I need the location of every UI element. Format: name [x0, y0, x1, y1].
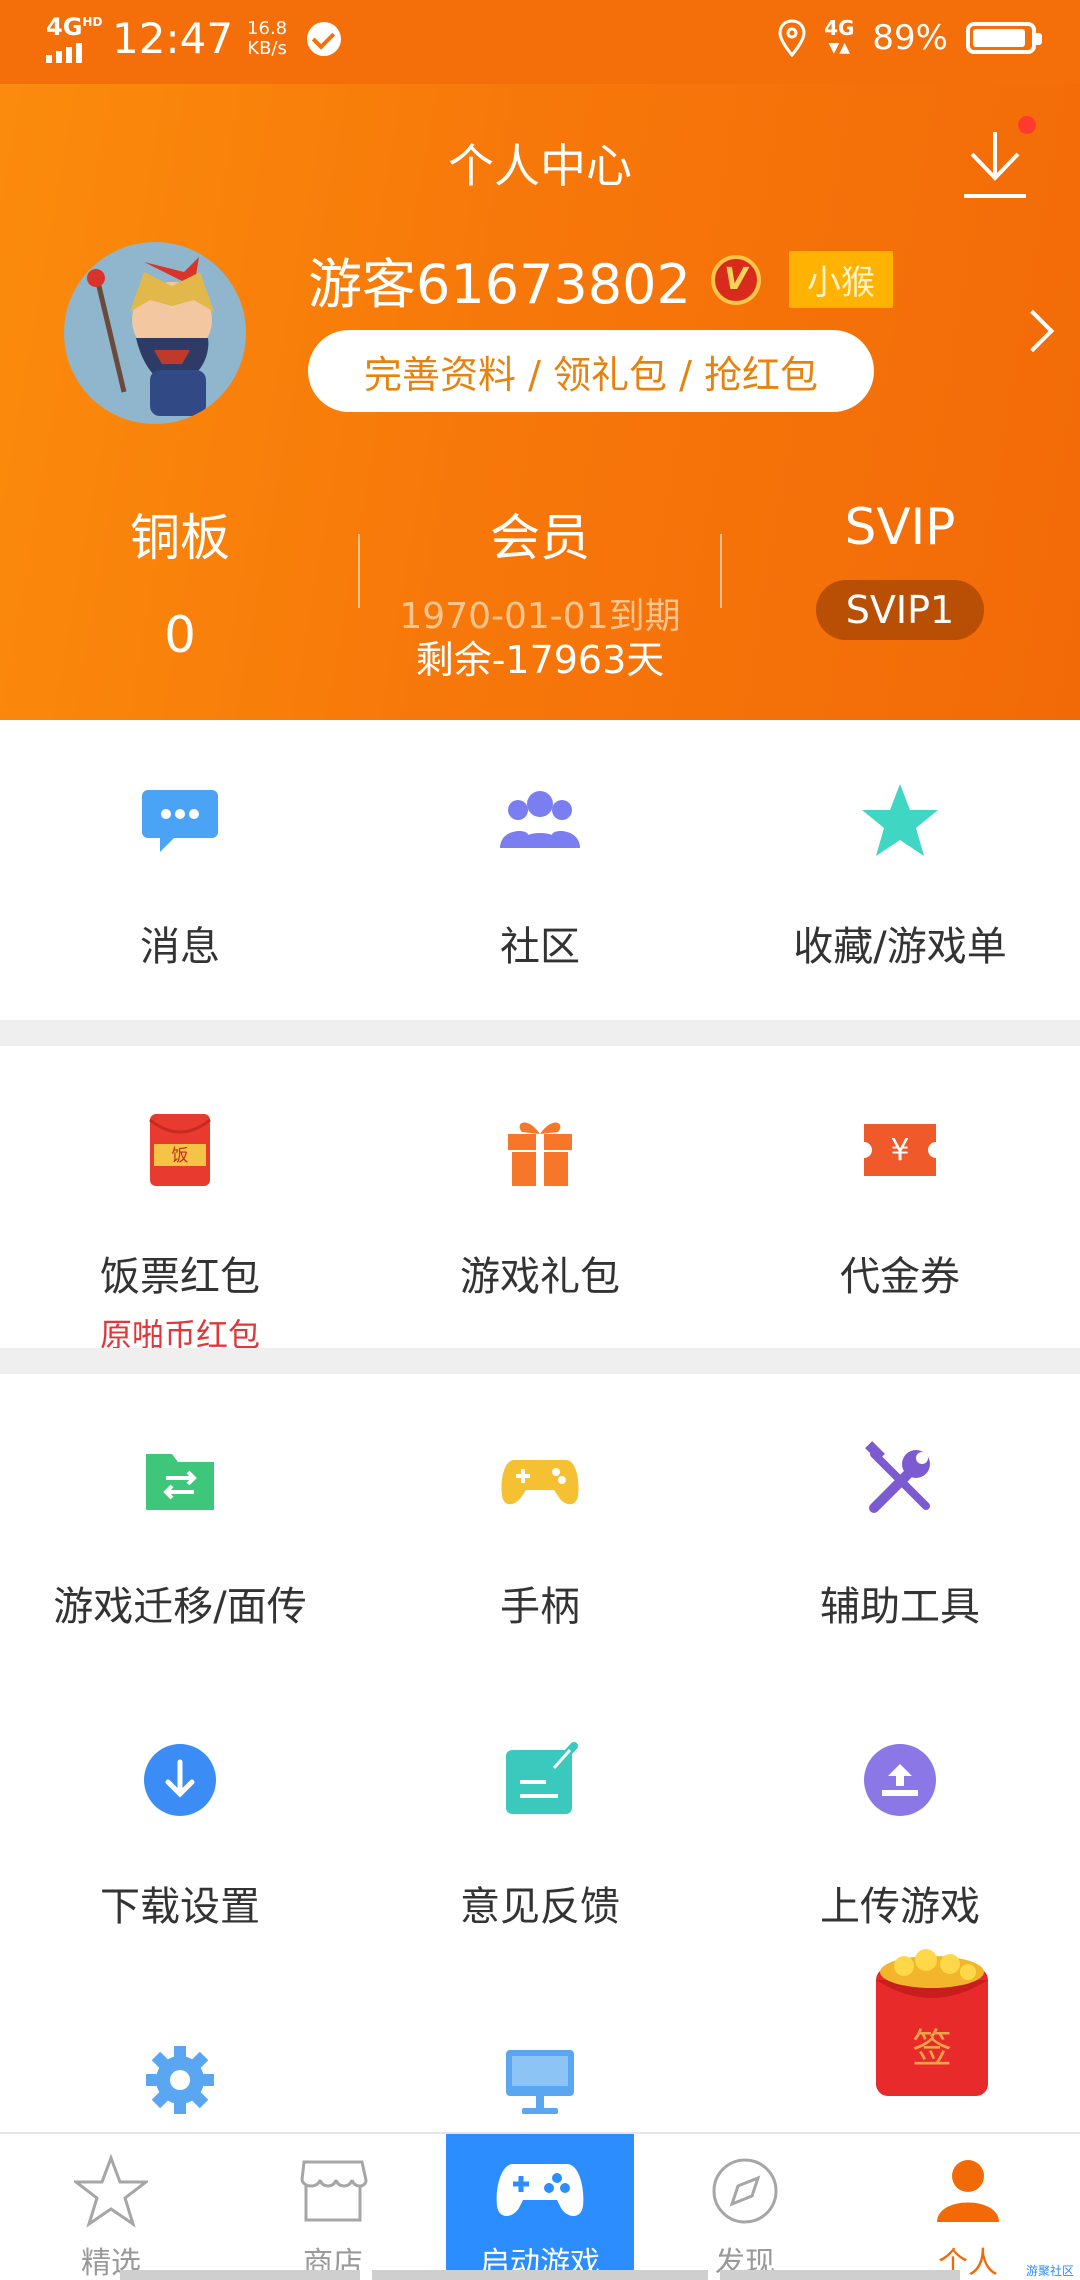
svg-text:签: 签: [912, 2026, 952, 2072]
nav-tab-discover[interactable]: 发现: [634, 2134, 856, 2280]
location-pin-icon: [778, 19, 806, 57]
svip-level-badge: SVIP1: [815, 580, 985, 640]
coins-label: 铜板: [130, 509, 230, 567]
grid-label: 上传游戏: [820, 1884, 980, 1930]
section-divider: [0, 1020, 1080, 1046]
check-circle-icon: [307, 21, 342, 56]
grid-item-messages[interactable]: 消息: [0, 780, 360, 972]
warrior-avatar-icon: [87, 257, 214, 416]
status-time: 12:47: [112, 14, 234, 63]
feedback-icon: [506, 1742, 578, 1814]
grid-label: 收藏/游戏单: [793, 924, 1007, 970]
nav-tab-featured[interactable]: 精选: [0, 2134, 222, 2280]
nav-tab-launch-game[interactable]: 启动游戏: [446, 2134, 634, 2280]
battery-icon: [966, 22, 1042, 54]
signal-4g-icon: 4G ▼▲: [824, 16, 855, 56]
chevron-right-icon[interactable]: [1011, 309, 1055, 353]
gift-icon: [508, 1122, 572, 1186]
community-icon: [500, 791, 580, 848]
bottom-navigation: 精选 商店 启动游戏 发现 个人: [0, 2132, 1080, 2280]
battery-percent: 89%: [872, 18, 948, 58]
grid-item-game-migration[interactable]: 游戏迁移/面传: [0, 1440, 360, 1632]
grid-item-coupon[interactable]: ¥ 代金券: [720, 1110, 1080, 1302]
svip-stat[interactable]: SVIP SVIP1: [720, 498, 1080, 640]
member-remaining: 剩余-17963天: [415, 638, 665, 682]
profile-header: 4GHD 12:47 16.8 KB/s 4G ▼▲ 89% 个人中心 游客61…: [0, 0, 1080, 720]
star-icon: [862, 784, 938, 856]
gesture-bar: [372, 2270, 708, 2280]
red-envelope-icon: 饭: [149, 1114, 211, 1186]
member-stat[interactable]: 会员 1970-01-01到期 剩余-17963天: [360, 498, 720, 682]
network-indicator: 4GHD: [46, 15, 102, 63]
page-title: 个人中心: [448, 139, 632, 193]
grid-label: 游戏礼包: [460, 1254, 620, 1300]
gamepad-icon: [501, 1460, 579, 1505]
grid-label: 社区: [500, 924, 580, 970]
tools-icon: [865, 1441, 930, 1513]
grid-item-favorites[interactable]: 收藏/游戏单: [720, 780, 1080, 972]
grid-item-community[interactable]: 社区: [360, 780, 720, 972]
member-label: 会员: [490, 509, 590, 567]
grid-item-upload-game[interactable]: 上传游戏: [720, 1740, 1080, 1932]
star-outline-icon: [74, 2154, 148, 2228]
gesture-bar: [720, 2270, 960, 2280]
svip-label: SVIP: [844, 498, 956, 556]
rewards-section: 饭 饭票红包 原啪币红包 游戏礼包 ¥ 代金券: [0, 1046, 1080, 1354]
compass-icon: [712, 2158, 778, 2224]
download-icon[interactable]: [960, 126, 1030, 202]
grid-label: 辅助工具: [820, 1584, 980, 1630]
grid-item-meal-envelope[interactable]: 饭 饭票红包 原啪币红包: [0, 1110, 360, 1356]
quick-actions-section: 消息 社区 收藏/游戏单: [0, 720, 1080, 1020]
grid-item-feedback[interactable]: 意见反馈: [360, 1740, 720, 1932]
nav-tab-personal[interactable]: 个人: [856, 2134, 1080, 2280]
network-speed: 16.8 KB/s: [247, 17, 288, 59]
level-badge: 小猴: [788, 251, 893, 308]
section-divider: [0, 1348, 1080, 1374]
coins-stat[interactable]: 铜板 0: [0, 498, 360, 664]
monitor-icon: [506, 2050, 574, 2114]
coupon-icon: ¥: [864, 1124, 936, 1176]
grid-label: 消息: [140, 924, 220, 970]
username: 游客61673802 V 小猴: [308, 240, 893, 319]
grid-item-gamepad[interactable]: 手柄: [360, 1440, 720, 1632]
watermark: 游聚社区: [1026, 2264, 1075, 2278]
coins-value: 0: [164, 606, 196, 664]
svg-text:饭: 饭: [172, 1146, 189, 1166]
settings-gear-icon: [146, 2046, 214, 2114]
grid-item-download-settings[interactable]: 下载设置: [0, 1740, 360, 1932]
grid-label: 下载设置: [100, 1884, 260, 1930]
status-bar: 4GHD 12:47 16.8 KB/s 4G ▼▲ 89%: [0, 0, 1080, 84]
complete-profile-button[interactable]: 完善资料 / 领礼包 / 抢红包: [308, 330, 874, 412]
member-expiry: 1970-01-01到期: [399, 596, 681, 637]
grid-item-monitor[interactable]: [360, 2040, 720, 2124]
grid-item-tools[interactable]: 辅助工具: [720, 1440, 1080, 1632]
sign-in-envelope-icon[interactable]: 签: [870, 1946, 994, 2098]
message-icon: [142, 790, 218, 852]
username-text: 游客61673802: [308, 253, 691, 316]
grid-item-settings[interactable]: [0, 2040, 360, 2124]
upload-icon: [864, 1744, 936, 1816]
grid-label: 游戏迁移/面传: [53, 1584, 307, 1630]
folder-transfer-icon: [146, 1454, 214, 1510]
avatar[interactable]: [64, 242, 246, 424]
grid-label: 代金券: [840, 1254, 960, 1300]
grid-label: 意见反馈: [460, 1884, 620, 1930]
grid-item-game-gift[interactable]: 游戏礼包: [360, 1110, 720, 1302]
grid-label: 饭票红包: [100, 1254, 260, 1300]
gamepad-launch-icon: [496, 2164, 584, 2216]
nav-tab-shop[interactable]: 商店: [222, 2134, 444, 2280]
verified-badge-icon: V: [710, 254, 761, 305]
notification-dot: [1018, 116, 1036, 134]
gesture-bar: [120, 2270, 360, 2280]
shop-icon: [300, 2160, 368, 2222]
download-circle-icon: [144, 1744, 216, 1816]
grid-label: 手柄: [500, 1584, 580, 1630]
svg-text:¥: ¥: [890, 1133, 909, 1168]
person-icon: [937, 2160, 999, 2222]
